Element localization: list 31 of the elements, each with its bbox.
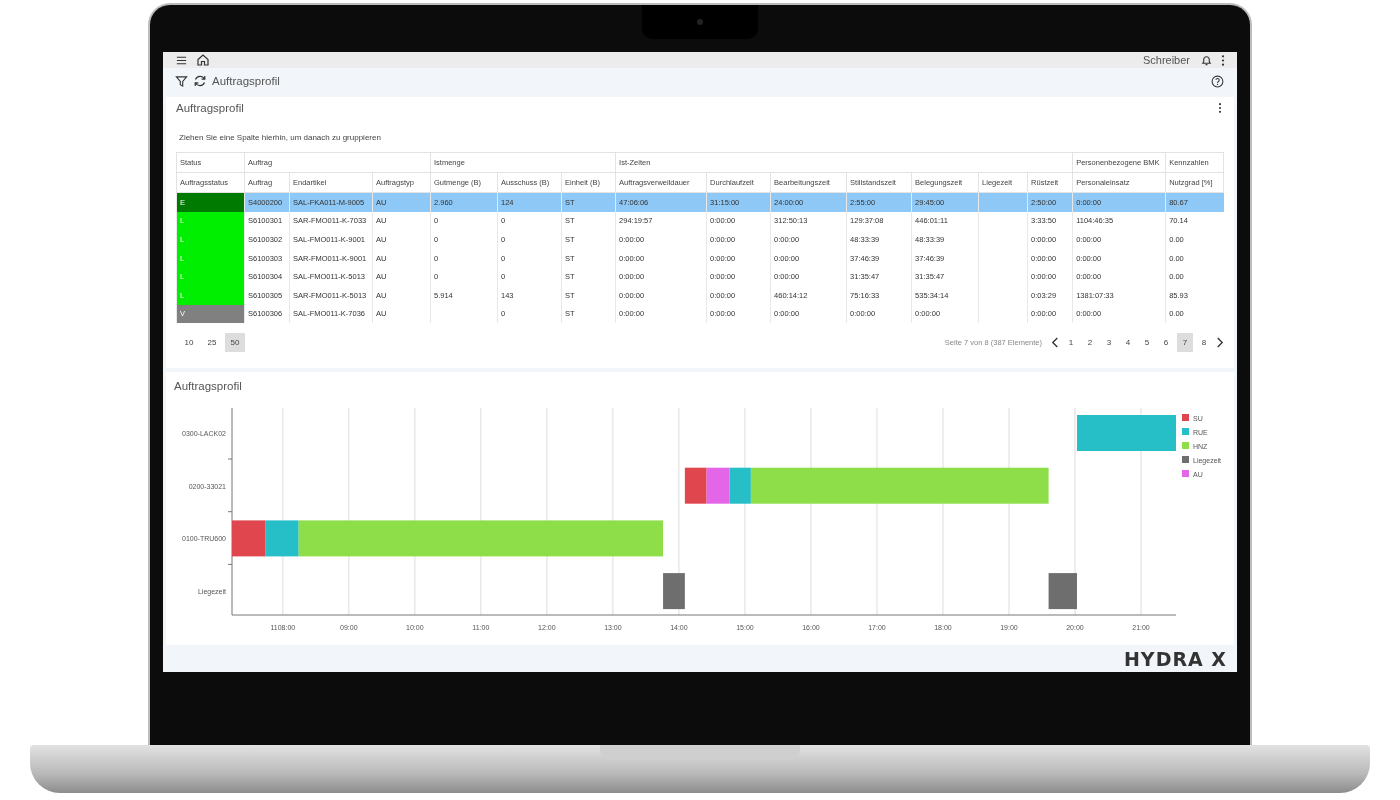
group-hint: Ziehen Sie eine Spalte hierhin, um danach zu gruppieren: [179, 133, 382, 142]
more-icon[interactable]: [1218, 102, 1222, 114]
gantt-bar: [706, 467, 730, 504]
page-title: Auftragsprofil: [212, 75, 280, 87]
chevron-left-icon[interactable]: [1051, 337, 1060, 349]
gantt-bar: [1048, 573, 1077, 610]
more-icon[interactable]: [1221, 53, 1225, 67]
page-button[interactable]: 1: [1063, 333, 1079, 353]
panel-title: Auftragsprofil: [174, 380, 243, 394]
page-button[interactable]: 7: [1177, 333, 1193, 353]
filter-icon[interactable]: [175, 74, 188, 88]
gantt-bar: [663, 573, 685, 610]
page-button[interactable]: 3: [1101, 333, 1117, 353]
gantt-bar: [684, 467, 707, 504]
user-name[interactable]: Schreiber: [1142, 54, 1190, 66]
page-button[interactable]: 2: [1082, 333, 1098, 353]
logo: HYDRA X: [1123, 647, 1227, 670]
page-size-button[interactable]: 25: [202, 333, 222, 353]
page-button[interactable]: 8: [1196, 333, 1212, 353]
panel-title: Auftragsprofil: [176, 102, 244, 114]
help-icon[interactable]: [1211, 74, 1224, 88]
refresh-icon[interactable]: [193, 74, 207, 88]
page-size-button[interactable]: 10: [179, 333, 199, 353]
page-button[interactable]: 5: [1139, 333, 1155, 353]
bell-icon[interactable]: [1200, 53, 1213, 67]
page-size-button[interactable]: 50: [225, 333, 245, 353]
page-button[interactable]: 4: [1120, 333, 1136, 353]
page-button[interactable]: 6: [1158, 333, 1174, 353]
home-icon[interactable]: [196, 53, 210, 67]
chevron-right-icon[interactable]: [1215, 337, 1224, 349]
gantt-bar: [232, 520, 266, 557]
